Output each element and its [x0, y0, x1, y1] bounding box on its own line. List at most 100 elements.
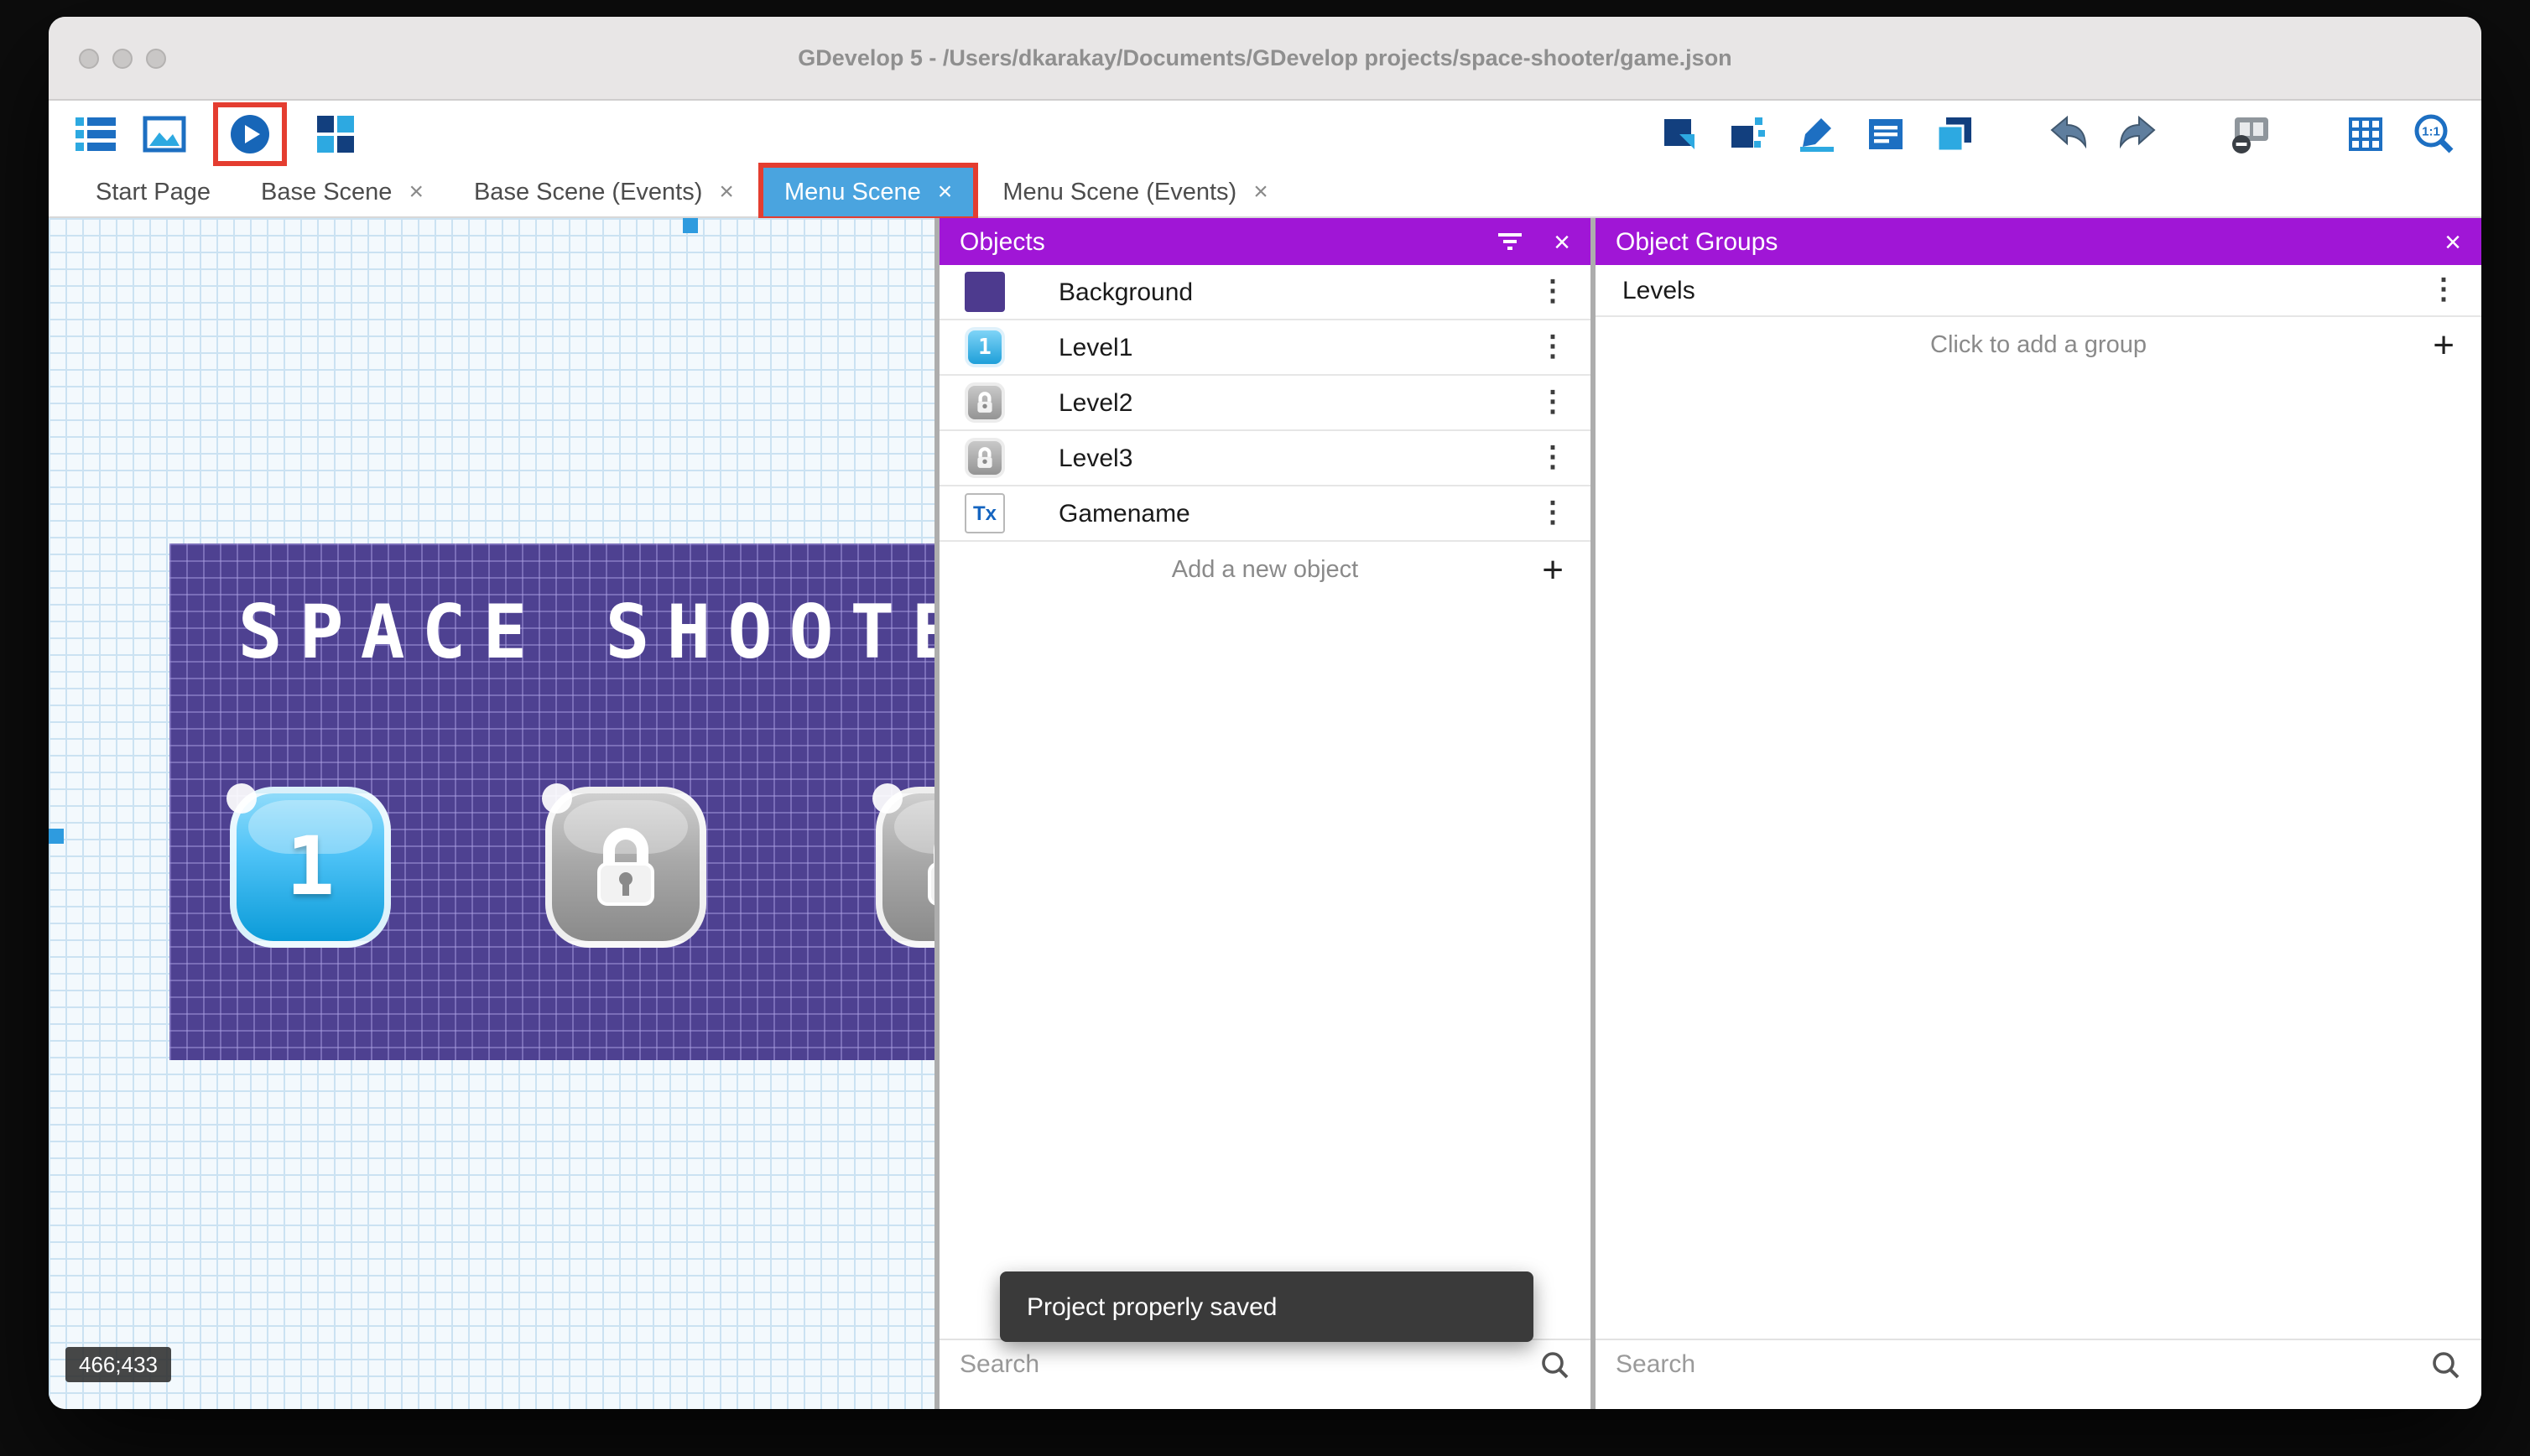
kebab-menu-icon[interactable]: ⋮ [1538, 497, 1567, 530]
object-groups-editor-button[interactable] [1725, 111, 1772, 158]
search-icon[interactable] [2431, 1349, 2461, 1380]
close-panel-icon[interactable]: × [2444, 227, 2461, 256]
kebab-menu-icon[interactable]: ⋮ [1538, 386, 1567, 419]
tab-label: Base Scene [261, 179, 393, 205]
object-row-level2[interactable]: Level2 ⋮ [940, 376, 1590, 431]
zoom-window-button[interactable] [146, 49, 166, 69]
object-row-level1[interactable]: 1 Level1 ⋮ [940, 320, 1590, 376]
objects-panel: Objects × Background ⋮ 1 Level1 ⋮ Level2… [940, 218, 1590, 1409]
background-object-icon [965, 272, 1005, 312]
toolbar-right-group: 1:1 [1656, 111, 2458, 158]
close-tab-icon[interactable]: × [719, 178, 734, 206]
undo-icon [2050, 115, 2087, 149]
toolbar: 1:1 [49, 101, 2481, 168]
object-groups-icon [1731, 117, 1765, 148]
tab-start-page[interactable]: Start Page [75, 168, 231, 216]
project-manager-button[interactable] [72, 111, 119, 158]
zoom-1-1-icon: 1:1 [2414, 114, 2454, 153]
redo-button[interactable] [2114, 111, 2161, 158]
mask-toggle-button[interactable] [2228, 111, 2275, 158]
text-object-icon: Tx [965, 493, 1005, 533]
play-icon [231, 115, 269, 153]
add-object-row[interactable]: Add a new object + [940, 542, 1590, 597]
tab-menu-scene-events[interactable]: Menu Scene (Events) × [982, 168, 1288, 216]
close-tab-icon[interactable]: × [409, 178, 424, 206]
level3-button-locked[interactable] [872, 783, 934, 948]
preview-button[interactable] [226, 111, 273, 158]
minimize-window-button[interactable] [112, 49, 133, 69]
toolbar-left-group [72, 102, 359, 166]
close-window-button[interactable] [79, 49, 99, 69]
groups-panel-title: Object Groups [1616, 227, 1778, 256]
close-tab-icon[interactable]: × [938, 178, 953, 206]
objects-search-input[interactable] [960, 1350, 1540, 1379]
groups-search-bar [1596, 1339, 2481, 1389]
zoom-level-label: 1:1 [2422, 125, 2440, 139]
level1-button[interactable]: 1 [226, 783, 391, 948]
search-icon[interactable] [1540, 1349, 1570, 1380]
object-row-level3[interactable]: Level3 ⋮ [940, 431, 1590, 486]
objects-search-bar [940, 1339, 1590, 1389]
lock-icon [977, 392, 992, 413]
tab-label: Start Page [96, 179, 211, 205]
tab-label: Menu Scene [783, 179, 921, 205]
lock-icon [597, 828, 654, 906]
add-object-plus-icon[interactable]: + [1542, 550, 1564, 588]
level1-icon-number: 1 [978, 335, 992, 360]
objects-panel-header: Objects × [940, 218, 1590, 265]
scene-editor-button[interactable] [141, 111, 188, 158]
level1-number: 1 [286, 820, 335, 914]
scene-editor-icon [143, 116, 186, 153]
redo-icon [2119, 115, 2156, 149]
instances-list-button[interactable] [1862, 111, 1909, 158]
kebab-menu-icon[interactable]: ⋮ [1538, 275, 1567, 309]
instance-origin-handle [226, 783, 257, 814]
kebab-menu-icon[interactable]: ⋮ [1538, 441, 1567, 475]
add-group-label: Click to add a group [1930, 331, 2147, 358]
object-groups-panel: Object Groups × Levels ⋮ Click to add a … [1596, 218, 2481, 1409]
filter-button[interactable] [1497, 230, 1523, 253]
locked-object-icon [965, 438, 1005, 478]
kebab-menu-icon[interactable]: ⋮ [2429, 273, 2458, 307]
instance-origin-handle [542, 783, 572, 814]
object-name: Gamename [1059, 499, 1190, 528]
tab-bar: Start Page Base Scene × Base Scene (Even… [49, 163, 2481, 221]
layers-icon [1936, 117, 1971, 153]
ruler-handle-top[interactable] [683, 218, 698, 233]
titlebar[interactable]: GDevelop 5 - /Users/dkarakay/Documents/G… [49, 17, 2481, 101]
grid-icon [2349, 117, 2382, 151]
scene-canvas[interactable]: SPACE SHOOTER 1 [49, 218, 934, 1409]
groups-search-input[interactable] [1616, 1350, 2431, 1379]
window-title: GDevelop 5 - /Users/dkarakay/Documents/G… [798, 45, 1732, 70]
zoom-reset-button[interactable]: 1:1 [2411, 111, 2458, 158]
level1-object-icon: 1 [965, 327, 1005, 367]
close-panel-icon[interactable]: × [1554, 227, 1570, 256]
tab-base-scene-events[interactable]: Base Scene (Events) × [454, 168, 754, 216]
traffic-lights [79, 49, 166, 69]
scene-preview[interactable]: SPACE SHOOTER 1 [169, 543, 934, 1060]
close-tab-icon[interactable]: × [1253, 178, 1268, 206]
tab-menu-scene[interactable]: Menu Scene × [758, 163, 978, 221]
tab-base-scene[interactable]: Base Scene × [241, 168, 444, 216]
properties-button[interactable] [1793, 111, 1840, 158]
object-cube-icon [1664, 119, 1694, 149]
object-row-background[interactable]: Background ⋮ [940, 265, 1590, 320]
objects-editor-button[interactable] [1656, 111, 1703, 158]
debugger-button[interactable] [312, 111, 359, 158]
lock-icon [928, 845, 934, 906]
group-row-levels[interactable]: Levels ⋮ [1596, 265, 2481, 317]
object-name: Level2 [1059, 388, 1133, 417]
groups-panel-header: Object Groups × [1596, 218, 2481, 265]
grid-button[interactable] [2342, 111, 2389, 158]
layers-editor-button[interactable] [1931, 111, 1978, 158]
scene-title: SPACE SHOOTER [237, 590, 934, 676]
instances-list-icon [1869, 119, 1903, 149]
object-row-gamename[interactable]: Tx Gamename ⋮ [940, 486, 1590, 542]
group-name: Levels [1622, 276, 1695, 304]
ruler-handle-left[interactable] [49, 829, 64, 844]
add-group-plus-icon[interactable]: + [2433, 325, 2455, 363]
level2-button-locked[interactable] [542, 783, 706, 948]
add-group-row[interactable]: Click to add a group + [1596, 317, 2481, 372]
undo-button[interactable] [2045, 111, 2092, 158]
kebab-menu-icon[interactable]: ⋮ [1538, 330, 1567, 364]
